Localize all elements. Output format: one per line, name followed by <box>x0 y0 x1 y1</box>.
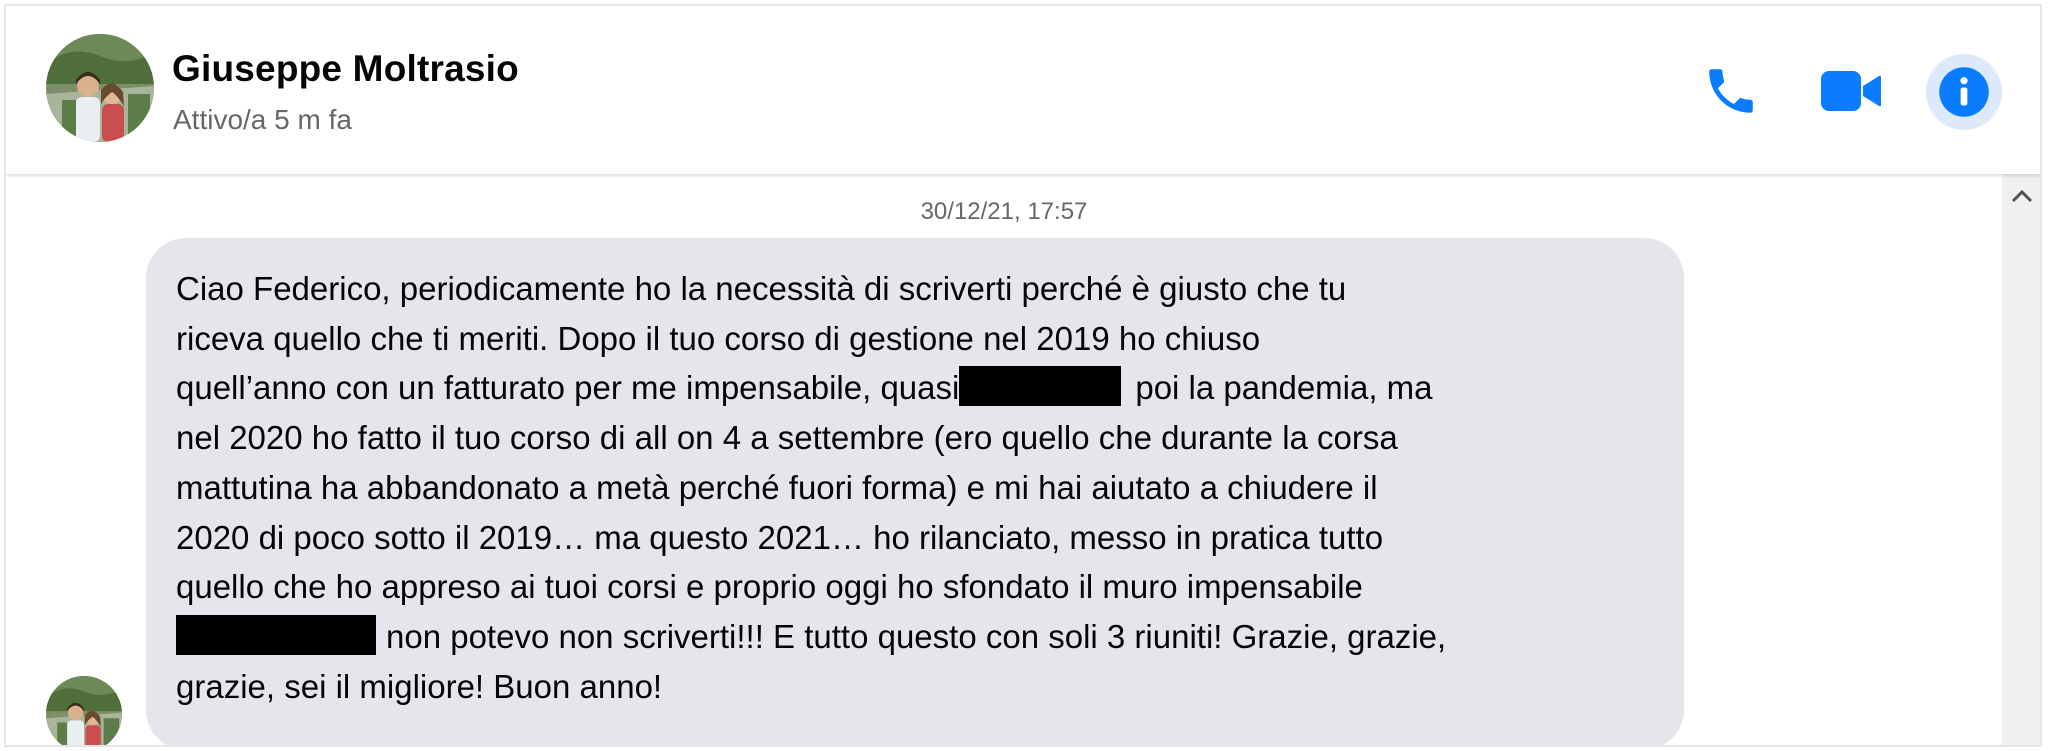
message-line: nel 2020 ho fatto il tuo corso di all on… <box>176 419 1398 457</box>
message-line: mattutina ha abbandonato a metà perché f… <box>176 468 1378 506</box>
sender-avatar[interactable] <box>46 676 122 745</box>
contact-avatar[interactable] <box>46 34 154 142</box>
message-line: quello che ho appreso ai tuoi corsi e pr… <box>176 568 1363 606</box>
message-line: quell’anno con un fatturato per me impen… <box>176 363 1648 413</box>
message-line: riceva quello che ti meriti. Dopo il tuo… <box>176 319 1261 357</box>
message-line: Ciao Federico, periodicamente ho la nece… <box>176 270 1347 307</box>
message-line-part: poi la pandemia, ma <box>1135 369 1433 407</box>
message-line-part: non potevo non scriverti!!! E tutto ques… <box>386 617 1447 655</box>
video-camera-icon <box>1821 71 1881 111</box>
scrollbar[interactable] <box>2002 174 2040 745</box>
info-icon <box>1939 67 1989 117</box>
redaction-box <box>176 614 376 655</box>
conversation-info-button[interactable] <box>1926 54 2002 130</box>
scroll-up-button[interactable] <box>2008 184 2036 208</box>
phone-icon <box>1709 69 1753 113</box>
video-call-button[interactable] <box>1816 56 1886 126</box>
messenger-window: Giuseppe Moltrasio Attivo/a 5 m fa 30/12… <box>4 4 2042 747</box>
redaction-box <box>959 366 1122 407</box>
message-line: non potevo non scriverti!!! E tutto ques… <box>176 612 1648 662</box>
message-line: grazie, sei il migliore! Buon anno! <box>176 667 663 705</box>
message-line-part: quell’anno con un fatturato per me impen… <box>176 369 960 407</box>
contact-status: Attivo/a 5 m fa <box>173 104 352 135</box>
voice-call-button[interactable] <box>1696 56 1766 126</box>
message-text: Ciao Federico, periodicamente ho la nece… <box>176 264 1648 711</box>
contact-name[interactable]: Giuseppe Moltrasio <box>172 48 519 90</box>
chevron-up-icon <box>2011 189 2033 203</box>
message-thread[interactable]: 30/12/21, 17:57 Ciao Federico, periodica… <box>6 174 2002 745</box>
message-timestamp: 30/12/21, 17:57 <box>920 198 1088 225</box>
message-bubble[interactable]: Ciao Federico, periodicamente ho la nece… <box>146 238 1684 745</box>
conversation-header: Giuseppe Moltrasio Attivo/a 5 m fa <box>6 6 2040 174</box>
message-line: 2020 di poco sotto il 2019… ma questo 20… <box>176 518 1384 556</box>
